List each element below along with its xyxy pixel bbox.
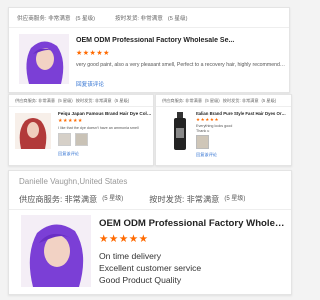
review-line: On time delivery	[99, 251, 162, 261]
delivery-level: (5 星级)	[261, 98, 277, 103]
divider	[9, 209, 291, 210]
review-text: I like that the dye doesn't have an ammo…	[58, 126, 139, 130]
product-title[interactable]: Italian Brand Pure Style Fast Hair Dyes …	[196, 111, 288, 116]
delivery-rating: 按时发货: 非常满意	[222, 98, 259, 103]
review-photo[interactable]	[196, 135, 209, 149]
review-text: Thank u	[196, 129, 210, 133]
product-image[interactable]	[171, 112, 189, 152]
service-rating: 供应商服务: 非常满意	[162, 98, 203, 103]
review-photo[interactable]	[75, 133, 88, 146]
service-level: (5 星级)	[102, 196, 124, 202]
service-level: (5 星级)	[75, 16, 96, 22]
review-line: Good Product Quality	[99, 275, 182, 285]
review-text: Everything looks good	[196, 124, 233, 128]
reply-link[interactable]: 回复该评论	[76, 80, 104, 88]
product-image[interactable]	[15, 113, 51, 149]
review-line: Excellent customer service	[99, 263, 202, 273]
divider	[9, 27, 289, 28]
rating-row: 供应商服务: 非常满意 (5 星级) 按时发货: 非常满意 (5 星级)	[15, 98, 129, 104]
delivery-rating: 按时发货: 非常满意	[75, 98, 112, 103]
divider	[9, 106, 153, 107]
review-card-3: 供应商服务: 非常满意 (5 星级) 按时发货: 非常满意 (5 星级) Ita…	[155, 94, 292, 166]
delivery-level: (5 星级)	[224, 196, 246, 202]
review-photos	[58, 133, 88, 146]
review-card-1: 供应商服务: 非常满意 (5 星级) 按时发货: 非常满意 (5 星级) OEM…	[8, 7, 290, 93]
star-rating: ★★★★★	[76, 50, 110, 57]
review-text: very good paint, also a very pleasant sm…	[76, 62, 288, 68]
star-rating: ★★★★★	[99, 233, 149, 245]
review-card-2: 供应商服务: 非常满意 (5 星级) 按时发货: 非常满意 (5 星级) Fei…	[8, 94, 154, 166]
rating-row: 供应商服务: 非常满意 (5 星级) 按时发货: 非常满意 (5 星级)	[17, 14, 188, 22]
review-photo[interactable]	[58, 133, 71, 146]
reply-link[interactable]: 回复该评论	[58, 151, 79, 157]
product-title[interactable]: Feiqu Japan Famous Brand Hair Dye Color …	[58, 111, 153, 116]
product-image[interactable]	[21, 215, 91, 287]
delivery-level: (5 星级)	[167, 16, 188, 22]
service-rating: 供应商服务: 非常满意	[15, 98, 56, 103]
rating-row: 供应商服务: 非常满意 (5 星级) 按时发货: 非常满意 (5 星级)	[19, 193, 245, 205]
reviewer-name: Danielle Vaughn,United States	[19, 177, 128, 186]
reply-link[interactable]: 回复该评论	[196, 152, 217, 158]
service-level: (5 星级)	[58, 98, 73, 103]
service-level: (5 星级)	[205, 98, 220, 103]
star-rating: ★★★★★	[196, 117, 220, 122]
service-rating: 供应商服务: 非常满意	[19, 195, 98, 204]
delivery-rating: 按时发货: 非常满意	[115, 16, 163, 22]
product-image[interactable]	[19, 34, 69, 84]
divider	[156, 106, 291, 107]
rating-row: 供应商服务: 非常满意 (5 星级) 按时发货: 非常满意 (5 星级)	[162, 98, 276, 104]
delivery-level: (5 星级)	[114, 98, 130, 103]
review-card-4: Danielle Vaughn,United States 供应商服务: 非常满…	[8, 170, 292, 295]
service-rating: 供应商服务: 非常满意	[17, 16, 71, 22]
product-title[interactable]: OEM ODM Professional Factory Wholesale S…	[99, 218, 289, 229]
star-rating: ★★★★★	[58, 118, 83, 124]
product-title[interactable]: OEM ODM Professional Factory Wholesale S…	[76, 37, 286, 44]
delivery-rating: 按时发货: 非常满意	[149, 195, 220, 204]
